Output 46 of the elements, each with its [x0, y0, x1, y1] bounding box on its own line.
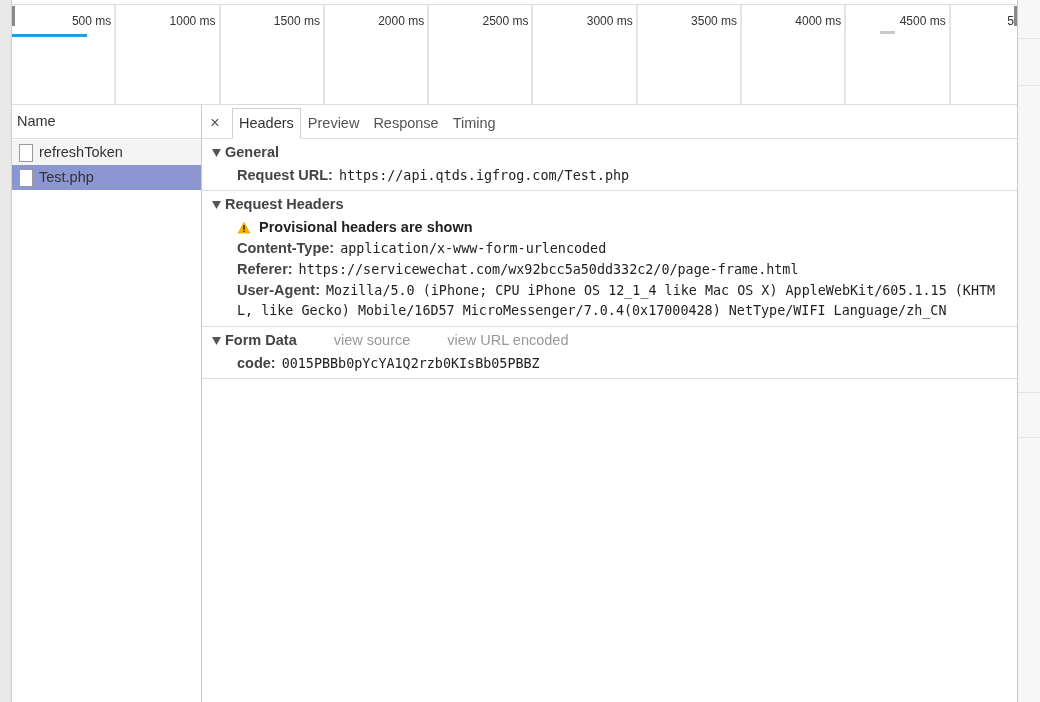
header-value: application/x-www-form-urlencoded	[340, 240, 607, 258]
time-tick-label: 4000 ms	[795, 13, 842, 27]
panel-tab[interactable]: Preview	[300, 108, 367, 139]
header-value: https://api.qtds.igfrog.com/Test.php	[338, 167, 630, 185]
close-button[interactable]: ×	[208, 114, 222, 131]
warning-message: Provisional headers are shown	[259, 217, 473, 237]
request-row[interactable]: Test.php	[12, 165, 201, 190]
time-tick-label: 2000 ms	[378, 13, 425, 27]
section-header[interactable]: General	[212, 141, 279, 164]
warning-icon	[237, 221, 251, 234]
time-tick-label: 2500 ms	[482, 13, 529, 27]
panel-tab[interactable]: Response	[366, 108, 446, 139]
time-tick-label: 500 ms	[71, 13, 112, 27]
time-tick-label: 1000 ms	[169, 13, 216, 27]
time-tick-label: 3000 ms	[586, 13, 633, 27]
header-value: 0015PBBb0pYcYA1Q2rzb0KIsBb05PBBZ	[281, 355, 540, 373]
request-row[interactable]: refreshToken	[12, 140, 201, 165]
panel-tab[interactable]: Headers	[232, 108, 301, 139]
file-icon	[19, 143, 33, 162]
timeline-handle[interactable]	[12, 6, 15, 26]
triangle-icon	[212, 148, 221, 157]
time-tick-label: 5	[1007, 13, 1014, 27]
side-panel-section	[1018, 392, 1040, 438]
file-icon	[19, 168, 33, 187]
panel-tab[interactable]: Timing	[445, 108, 503, 139]
section-header[interactable]: Request Headers	[212, 193, 344, 216]
header-name: code:	[237, 354, 276, 373]
triangle-icon	[212, 336, 221, 345]
section-header[interactable]: Form Data	[212, 329, 297, 352]
request-name: Test.php	[39, 167, 94, 187]
header-value: https://servicewechat.com/wx92bcc5a50dd332c2/0/page-frame.html	[298, 261, 799, 279]
column-header[interactable]: Name	[17, 110, 56, 133]
header-value: Mozilla/5.0 (iPhone; CPU iPhone OS 12_1_4 like Mac OS X) AppleWebKit/605.1.15 (KHTM	[326, 282, 996, 301]
timeline-handle[interactable]	[1014, 6, 1017, 26]
header-name: User-Agent:	[237, 281, 320, 300]
waterfall-bar	[880, 31, 895, 34]
time-tick-label: 4500 ms	[899, 13, 946, 27]
triangle-icon	[212, 200, 221, 209]
time-tick-label: 3500 ms	[691, 13, 738, 27]
header-name: Request URL:	[237, 166, 333, 185]
header-value: L, like Gecko) Mobile/16D57 MicroMessenger/7.0.4(0x17000428) NetType/WIFI Language/zh_CN	[237, 302, 947, 321]
side-panel-section	[1018, 38, 1040, 86]
header-name: Content-Type:	[237, 239, 335, 258]
header-name: Referer:	[237, 260, 293, 279]
time-tick-label: 1500 ms	[273, 13, 320, 27]
request-name: refreshToken	[39, 142, 123, 162]
